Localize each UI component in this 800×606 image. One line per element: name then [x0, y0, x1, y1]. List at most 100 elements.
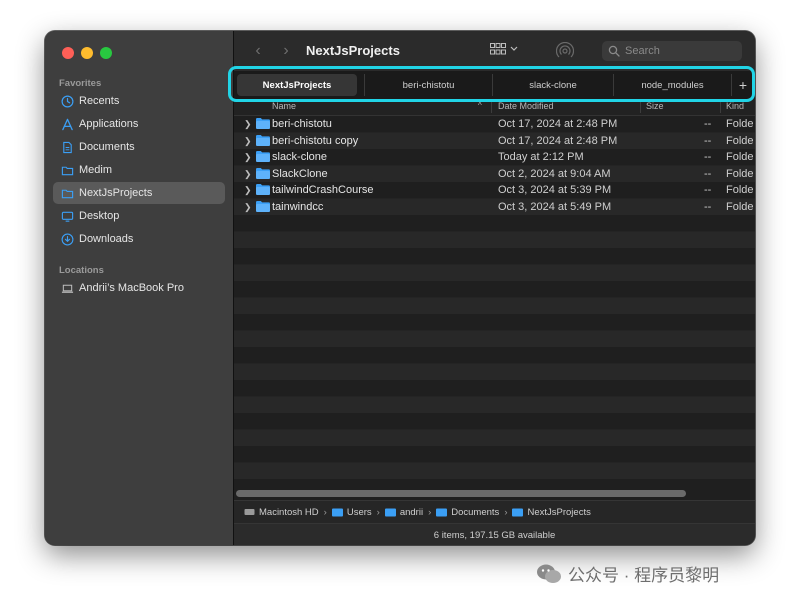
table-row[interactable]: ❯ SlackClone Oct 2, 2024 at 9:04 AM -- F… — [234, 166, 755, 183]
sort-chevron-up-icon: ^ — [478, 101, 482, 110]
document-icon — [60, 140, 74, 154]
path-item-macintosh-hd[interactable]: Macintosh HD — [244, 507, 319, 518]
sidebar-item-recents[interactable]: Recents — [53, 90, 225, 112]
sidebar-item-macbook[interactable]: Andrii’s MacBook Pro — [53, 277, 225, 299]
file-date: Oct 3, 2024 at 5:39 PM — [498, 184, 612, 196]
table-row[interactable]: ❯ slack-clone Today at 2:12 PM -- Folde — [234, 149, 755, 166]
file-date: Oct 17, 2024 at 2:48 PM — [498, 134, 618, 147]
sidebar-item-applications[interactable]: Applications — [53, 113, 225, 135]
path-item-documents[interactable]: Documents — [436, 507, 499, 518]
search-field[interactable]: Search — [602, 41, 742, 61]
main-pane: ‹ › NextJsProjects Search NextJsProjects… — [234, 31, 755, 545]
applications-icon — [60, 117, 74, 131]
sidebar-item-downloads[interactable]: Downloads — [53, 228, 225, 250]
path-item-users[interactable]: Users — [331, 506, 372, 518]
wechat-icon — [537, 564, 561, 583]
sidebar-item-medim[interactable]: Medim — [53, 159, 225, 181]
disclosure-chevron-icon[interactable]: ❯ — [244, 152, 252, 163]
file-kind: Folde — [726, 200, 754, 213]
path-item-nextjsprojects[interactable]: NextJsProjects — [512, 507, 591, 518]
table-row[interactable]: ❯ beri-chistotu Oct 17, 2024 at 2:48 PM … — [234, 116, 755, 133]
column-divider[interactable] — [640, 101, 641, 113]
desktop-icon — [60, 209, 74, 223]
file-date: Today at 2:12 PM — [498, 151, 584, 163]
folder-icon — [256, 118, 270, 129]
table-row[interactable]: ❯ tailwindCrashCourse Oct 3, 2024 at 5:3… — [234, 182, 755, 199]
folder-icon — [256, 167, 270, 179]
locations-heading: Locations — [59, 265, 104, 276]
back-button[interactable]: ‹ — [248, 41, 268, 61]
file-kind: Folde — [726, 151, 754, 163]
path-separator: › — [428, 506, 432, 518]
hard-drive-icon — [244, 509, 255, 515]
disclosure-chevron-icon[interactable]: ❯ — [244, 169, 252, 180]
folder-icon — [436, 508, 448, 517]
file-size: -- — [704, 118, 712, 130]
folder-icon — [60, 163, 74, 177]
column-divider[interactable] — [720, 101, 721, 113]
disclosure-chevron-icon[interactable]: ❯ — [244, 202, 252, 213]
column-divider[interactable] — [491, 101, 492, 113]
horizontal-scrollbar[interactable] — [236, 490, 686, 497]
path-separator: › — [376, 506, 380, 518]
file-kind: Folde — [726, 184, 754, 196]
sidebar-item-label: Downloads — [79, 233, 134, 245]
path-item-andrii[interactable]: andrii — [384, 506, 424, 518]
table-row[interactable]: ❯ tainwindcc Oct 3, 2024 at 5:49 PM -- F… — [234, 199, 755, 216]
chevron-down-icon — [510, 46, 518, 51]
sidebar-item-desktop[interactable]: Desktop — [53, 205, 225, 227]
disclosure-chevron-icon[interactable]: ❯ — [244, 185, 252, 196]
sidebar-item-label: Andrii’s MacBook Pro — [79, 282, 184, 294]
close-button[interactable] — [62, 47, 74, 59]
column-kind[interactable]: Kind — [726, 101, 744, 111]
home-folder-icon — [384, 508, 396, 517]
file-name: beri-chistotu — [272, 118, 332, 130]
path-separator: › — [504, 506, 508, 518]
sidebar-item-label: Documents — [79, 141, 135, 153]
table-row[interactable]: ❯ beri-chistotu copy Oct 17, 2024 at 2:4… — [234, 133, 755, 150]
file-kind: Folde — [726, 134, 754, 147]
file-size: -- — [704, 184, 712, 196]
status-bar: 6 items, 197.15 GB available — [234, 523, 755, 545]
sidebar-item-label: Recents — [79, 95, 120, 107]
sidebar-item-label: Desktop — [79, 210, 120, 222]
folder-icon — [256, 184, 270, 195]
column-date-modified[interactable]: Date Modified — [498, 101, 554, 111]
tab-bar-highlight — [228, 66, 755, 102]
view-options-button[interactable] — [490, 43, 518, 55]
file-name: slack-clone — [272, 151, 328, 163]
clock-icon — [60, 94, 74, 108]
file-size: -- — [704, 200, 712, 213]
file-name: tailwindCrashCourse — [272, 184, 374, 196]
file-date: Oct 3, 2024 at 5:49 PM — [498, 200, 612, 213]
path-label: Users — [346, 506, 372, 518]
minimize-button[interactable] — [81, 47, 93, 59]
column-name[interactable]: Name — [272, 101, 296, 111]
watermark-text: 公众号 · 程序员黎明 — [568, 566, 720, 585]
path-label: andrii — [399, 506, 424, 518]
favorites-heading: Favorites — [59, 78, 102, 89]
laptop-icon — [60, 281, 74, 295]
sidebar-item-label: Medim — [79, 164, 113, 176]
file-date: Oct 17, 2024 at 2:48 PM — [498, 118, 618, 130]
sidebar-item-label: Applications — [79, 118, 139, 130]
window-controls — [62, 47, 112, 59]
grid-view-icon — [490, 43, 506, 55]
sidebar-item-documents[interactable]: Documents — [53, 136, 225, 158]
download-icon — [60, 232, 74, 246]
watermark: 公众号 · 程序员黎明 — [536, 561, 719, 586]
file-kind: Folde — [726, 118, 754, 130]
file-size: -- — [704, 134, 712, 147]
file-date: Oct 2, 2024 at 9:04 AM — [498, 167, 611, 180]
zoom-button[interactable] — [100, 47, 112, 59]
disclosure-chevron-icon[interactable]: ❯ — [244, 119, 252, 130]
sidebar-item-nextjsprojects[interactable]: NextJsProjects — [53, 182, 225, 204]
folder-icon — [512, 508, 524, 517]
file-name: SlackClone — [272, 167, 328, 180]
forward-button[interactable]: › — [276, 41, 296, 61]
disclosure-chevron-icon[interactable]: ❯ — [244, 136, 252, 147]
column-size[interactable]: Size — [646, 101, 664, 111]
airdrop-icon[interactable] — [556, 42, 574, 60]
folder-icon — [256, 200, 270, 212]
folder-icon — [256, 151, 270, 162]
